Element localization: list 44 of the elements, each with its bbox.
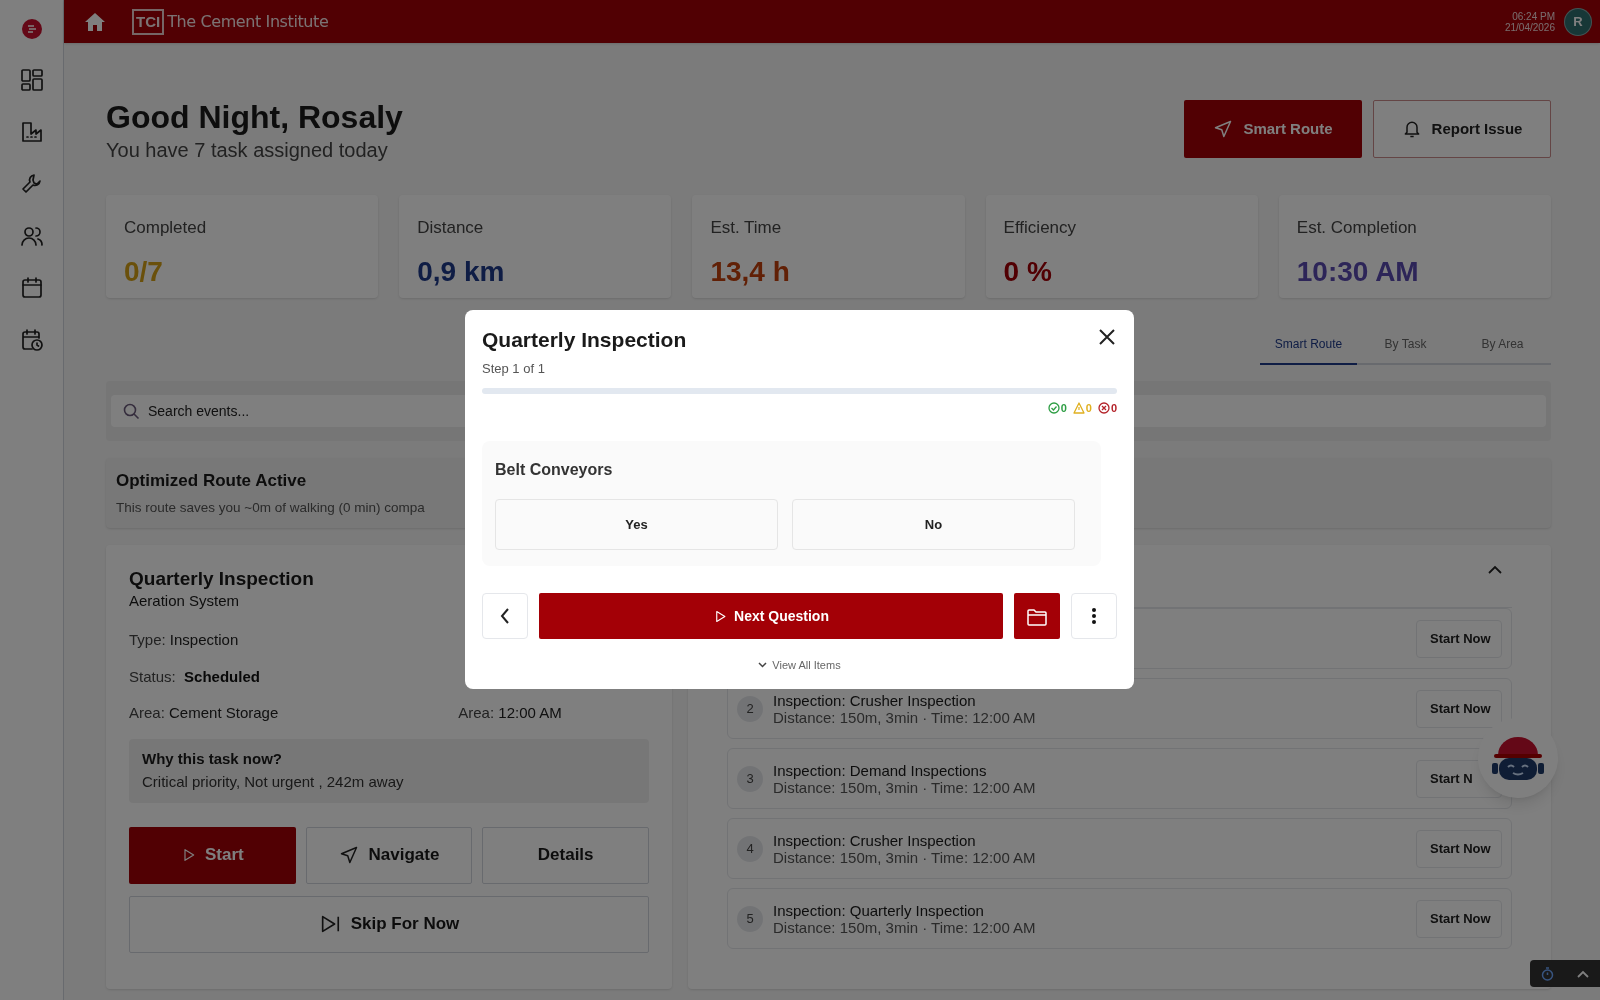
clock-date: 21/04/2026 [1504,21,1555,33]
stat-label: Efficiency [1003,217,1077,239]
brand-name: The Cement Institute [167,10,329,33]
step-label: Step 1 of 1 [482,360,545,378]
logo-mark: TCI [132,8,165,35]
stat-label: Distance [417,217,484,239]
step-number: 3 [737,765,763,792]
question-title: Belt Conveyors [495,460,613,480]
route-task-title: Inspection: Demand Inspections [773,761,987,779]
reason-text: Critical priority, Not urgent , 242m away [142,771,404,792]
stat-value: 0,9 km [417,254,505,289]
clock-time: 06:24 PM [1512,10,1555,22]
counter-value: 0 [1110,400,1117,416]
step-number: 5 [737,905,763,932]
counter-value: 0 [1085,400,1092,416]
reason-title: Why this task now? [142,749,282,769]
route-task-detail: Distance: 150m, 3min · Time: 12:00 AM [773,778,1036,796]
stat-value: 13,4 h [710,254,790,289]
greeting-title: Good Night, Rosaly [106,98,403,137]
task-field: Status: Scheduled [129,665,260,688]
step-number: 4 [737,835,763,862]
route-task-title: Inspection: Crusher Inspection [773,691,976,709]
stat-value: 10:30 AM [1296,254,1419,289]
stat-label: Est. Time [710,217,782,239]
route-task-detail: Distance: 150m, 3min · Time: 12:00 AM [773,918,1036,936]
route-task-title: Inspection: Crusher Inspection [773,831,976,849]
task-time-field: Area: 12:00 AM [458,702,562,725]
route-task-detail: Distance: 150m, 3min · Time: 12:00 AM [773,708,1036,726]
counter-value: 0 [1060,400,1067,416]
banner-title: Optimized Route Active [116,470,307,493]
step-number: 2 [737,695,763,722]
task-title: Quarterly Inspection [129,567,314,591]
greeting-subtitle: You have 7 task assigned today [106,138,389,163]
task-subtitle: Aeration System [129,591,240,611]
dialog-title: Quarterly Inspection [482,327,687,353]
route-task-title: Inspection: Quarterly Inspection [773,901,984,919]
stat-label: Est. Completion [1296,217,1417,239]
route-task-detail: Distance: 150m, 3min · Time: 12:00 AM [773,848,1036,866]
task-field: Type: Inspection [129,629,239,652]
stat-label: Completed [124,217,207,239]
task-field: Area: Cement Storage [129,702,279,725]
banner-text: This route saves you ~0m of walking (0 min) compa [116,498,425,517]
stat-value: 0/7 [124,254,163,289]
stat-value: 0 % [1003,254,1052,289]
